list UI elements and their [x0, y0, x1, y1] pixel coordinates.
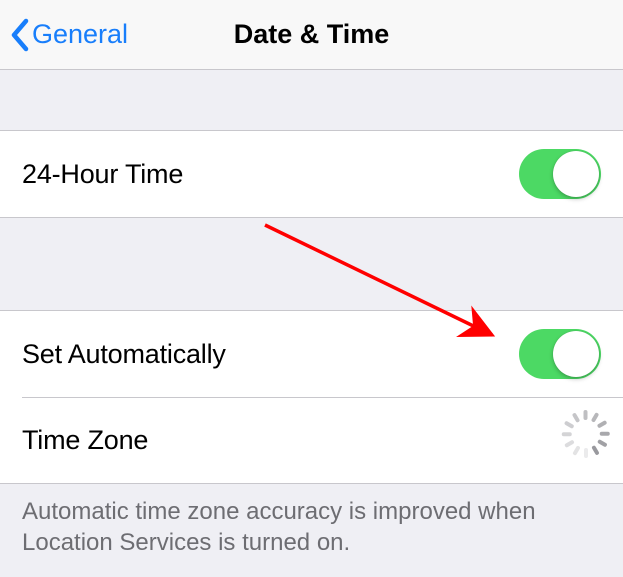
section-gap [0, 70, 623, 130]
row-set-automatically[interactable]: Set Automatically [0, 311, 623, 397]
loading-spinner-icon [567, 424, 601, 458]
row-label: Time Zone [22, 425, 148, 456]
section-gap [0, 218, 623, 310]
back-label: General [32, 19, 128, 50]
toggle-24-hour-time[interactable] [519, 149, 601, 199]
toggle-knob [553, 331, 599, 377]
navbar: General Date & Time [0, 0, 623, 70]
chevron-left-icon [10, 18, 30, 52]
back-button[interactable]: General [0, 18, 128, 52]
row-label: Set Automatically [22, 339, 226, 370]
footer-note: Automatic time zone accuracy is improved… [0, 484, 623, 570]
group-24-hour: 24-Hour Time [0, 130, 623, 218]
toggle-set-automatically[interactable] [519, 329, 601, 379]
row-label: 24-Hour Time [22, 159, 183, 190]
row-time-zone[interactable]: Time Zone [22, 397, 623, 483]
group-auto: Set Automatically Time Zone [0, 310, 623, 484]
toggle-knob [553, 151, 599, 197]
row-24-hour-time[interactable]: 24-Hour Time [0, 131, 623, 217]
